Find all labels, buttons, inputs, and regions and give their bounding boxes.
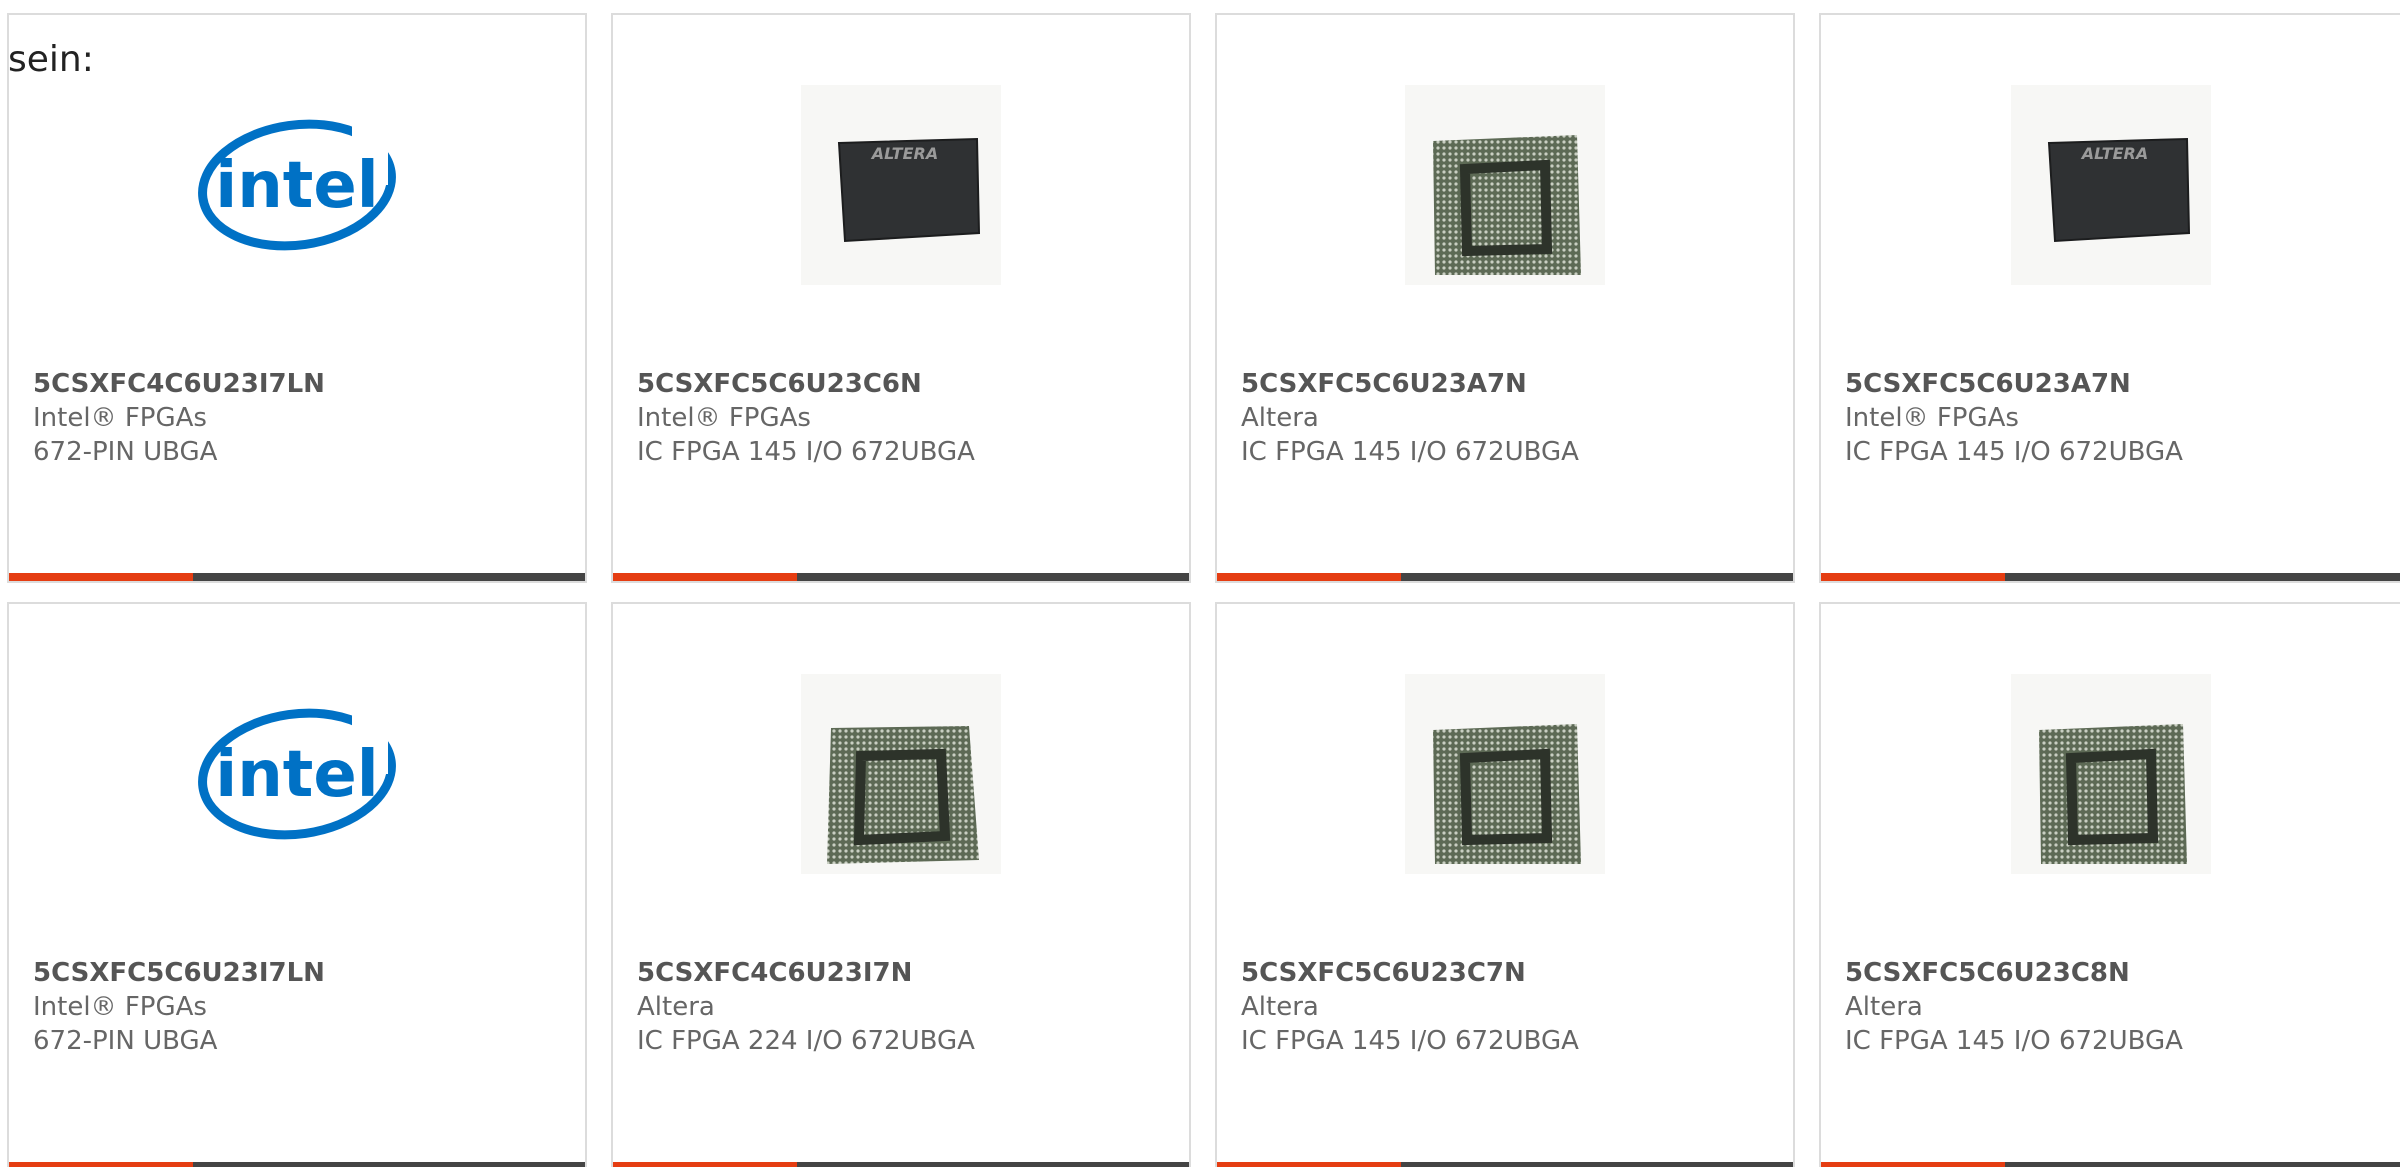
card-bar: [613, 573, 1189, 581]
manufacturer: Intel® FPGAs: [33, 992, 207, 1022]
intel-logo-icon: intel: [198, 708, 396, 840]
part-number: 5CSXFC4C6U23I7LN: [33, 369, 325, 399]
product-image: [801, 674, 1001, 874]
chip-bottom-icon: [2011, 674, 2211, 874]
card-bar: [1821, 1162, 2400, 1167]
chip-bottom-icon: [1405, 85, 1605, 285]
card-bar-accent: [613, 1162, 797, 1167]
description: IC FPGA 145 I/O 672UBGA: [637, 437, 975, 467]
product-image: [1405, 674, 1605, 874]
product-grid-page: sein: intel 5CSXFC4C6U23I7LN Intel® FPGA…: [0, 0, 2400, 1167]
manufacturer: Intel® FPGAs: [1845, 403, 2019, 433]
product-image: [2011, 674, 2211, 874]
chip-bottom-icon: [801, 674, 1001, 874]
chip-bottom-icon: [1405, 674, 1605, 874]
part-number: 5CSXFC5C6U23A7N: [1845, 369, 2131, 399]
part-number: 5CSXFC5C6U23C7N: [1241, 958, 1526, 988]
svg-text:intel: intel: [215, 149, 378, 223]
product-image: ALTERA: [801, 85, 1001, 285]
part-number: 5CSXFC5C6U23I7LN: [33, 958, 325, 988]
part-number: 5CSXFC5C6U23A7N: [1241, 369, 1527, 399]
card-bar: [9, 573, 585, 581]
part-number: 5CSXFC5C6U23C6N: [637, 369, 922, 399]
card-bar-accent: [9, 1162, 193, 1167]
card-bar-accent: [1217, 573, 1401, 581]
product-card[interactable]: ALTERA 5CSXFC5C6U23C6N Intel® FPGAs IC F…: [611, 13, 1191, 583]
manufacturer: Altera: [1845, 992, 1923, 1022]
manufacturer: Intel® FPGAs: [637, 403, 811, 433]
product-card[interactable]: ALTERA 5CSXFC5C6U23A7N Intel® FPGAs IC F…: [1819, 13, 2400, 583]
description: IC FPGA 145 I/O 672UBGA: [1845, 437, 2183, 467]
part-number: 5CSXFC5C6U23C8N: [1845, 958, 2130, 988]
product-image: intel: [197, 85, 397, 285]
manufacturer: Altera: [1241, 403, 1319, 433]
product-card[interactable]: 5CSXFC4C6U23I7N Altera IC FPGA 224 I/O 6…: [611, 602, 1191, 1167]
description: IC FPGA 145 I/O 672UBGA: [1241, 437, 1579, 467]
card-bar: [1217, 1162, 1793, 1167]
product-image: ALTERA: [2011, 85, 2211, 285]
intro-text: sein:: [8, 39, 94, 80]
svg-text:ALTERA: ALTERA: [870, 144, 938, 163]
card-bar: [1217, 573, 1793, 581]
product-image: [1405, 85, 1605, 285]
product-card[interactable]: intel 5CSXFC5C6U23I7LN Intel® FPGAs 672-…: [7, 602, 587, 1167]
description: 672-PIN UBGA: [33, 1026, 218, 1056]
card-bar-accent: [613, 573, 797, 581]
manufacturer: Intel® FPGAs: [33, 403, 207, 433]
manufacturer: Altera: [1241, 992, 1319, 1022]
product-card[interactable]: intel 5CSXFC4C6U23I7LN Intel® FPGAs 672-…: [7, 13, 587, 583]
card-bar-accent: [9, 573, 193, 581]
card-bar-accent: [1821, 1162, 2005, 1167]
card-bar-accent: [1821, 573, 2005, 581]
description: IC FPGA 145 I/O 672UBGA: [1845, 1026, 2183, 1056]
manufacturer: Altera: [637, 992, 715, 1022]
card-bar: [1821, 573, 2400, 581]
intel-logo-icon: intel: [198, 119, 396, 251]
product-image: intel: [197, 674, 397, 874]
card-bar-accent: [1217, 1162, 1401, 1167]
description: 672-PIN UBGA: [33, 437, 218, 467]
product-card[interactable]: 5CSXFC5C6U23C8N Altera IC FPGA 145 I/O 6…: [1819, 602, 2400, 1167]
card-bar: [9, 1162, 585, 1167]
product-card[interactable]: 5CSXFC5C6U23A7N Altera IC FPGA 145 I/O 6…: [1215, 13, 1795, 583]
product-card[interactable]: 5CSXFC5C6U23C7N Altera IC FPGA 145 I/O 6…: [1215, 602, 1795, 1167]
svg-text:intel: intel: [215, 738, 378, 812]
chip-top-icon: ALTERA: [2011, 85, 2211, 285]
chip-top-icon: ALTERA: [801, 85, 1001, 285]
description: IC FPGA 145 I/O 672UBGA: [1241, 1026, 1579, 1056]
description: IC FPGA 224 I/O 672UBGA: [637, 1026, 975, 1056]
svg-text:ALTERA: ALTERA: [2080, 144, 2148, 163]
part-number: 5CSXFC4C6U23I7N: [637, 958, 913, 988]
card-bar: [613, 1162, 1189, 1167]
